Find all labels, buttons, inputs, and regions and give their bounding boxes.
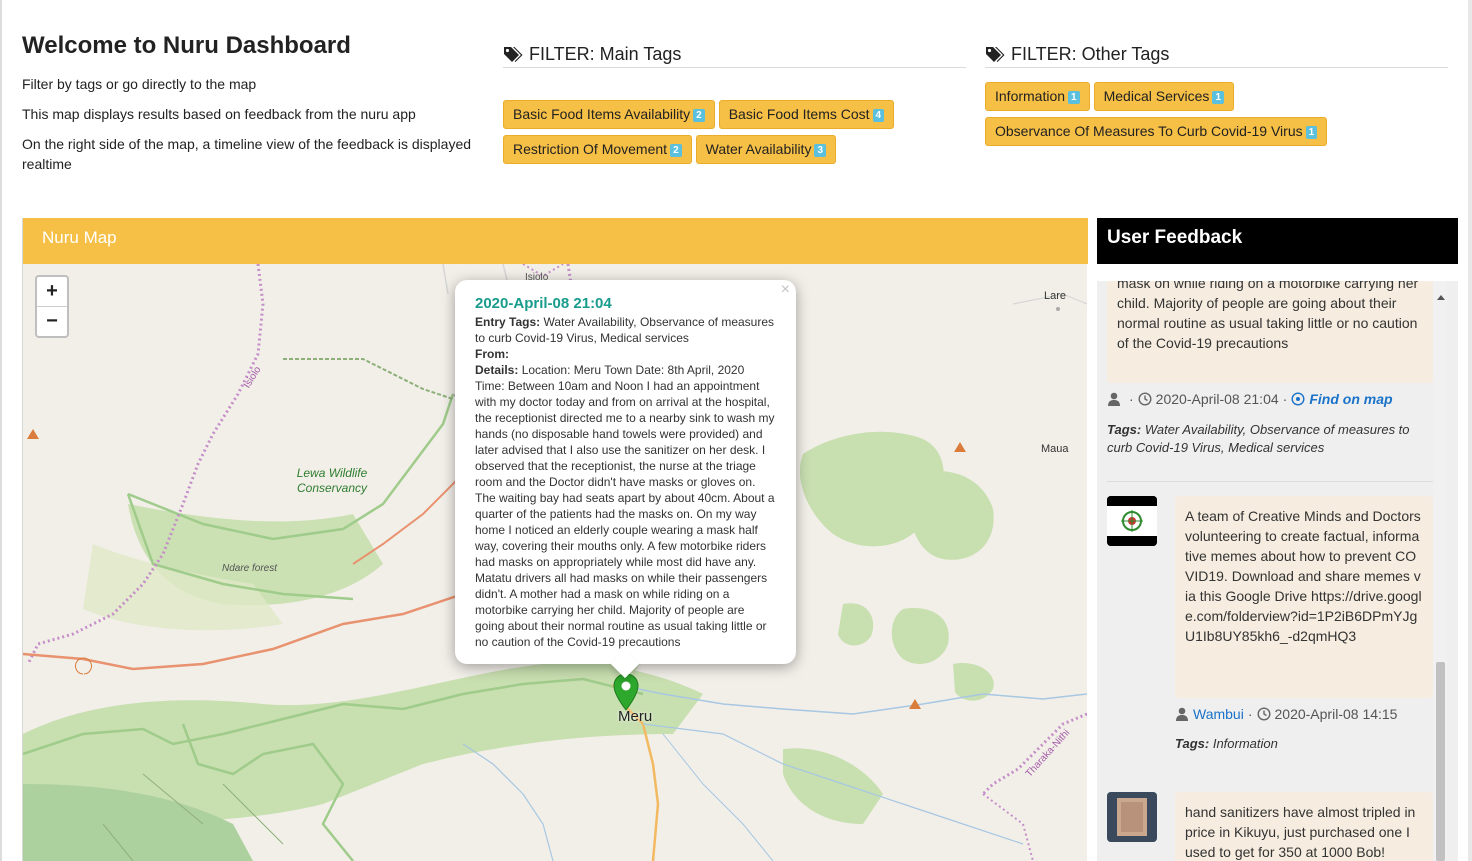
tag-label: Medical Services [1103,88,1210,104]
feedback-message: mask on while riding on a motorbike carr… [1107,281,1433,383]
avatar-logo-icon [1107,496,1157,546]
popup-details-label: Details: [475,363,519,377]
meta-separator: · [1247,706,1253,722]
tags-icon [504,47,523,62]
map-label-ndare-forest: Ndare forest [222,563,278,574]
page-title: Welcome to Nuru Dashboard [22,32,351,59]
user-icon [1176,707,1188,721]
map-label-lewa: Lewa Wildlife Conservancy [296,466,368,495]
find-on-map-link[interactable]: Find on map [1309,391,1392,407]
feedback-divider [1107,481,1433,482]
main-tags-heading: FILTER: Main Tags [503,44,966,68]
tag-water-availability[interactable]: Water Availability 3 [695,135,837,164]
feedback-text: A team of Creative Minds and Doctors vol… [1185,508,1422,644]
target-icon [1291,392,1305,406]
popup-from-label: From: [475,347,509,361]
tag-basic-food-items-cost[interactable]: Basic Food Items Cost 4 [718,100,895,129]
popup-entry-tags-label: Entry Tags: [475,315,541,329]
scrollbar-thumb[interactable] [1436,662,1445,861]
tag-label: Restriction Of Movement [513,141,668,157]
feedback-tags: Tags: Water Availability, Observance of … [1107,421,1423,457]
main-tags-filter: FILTER: Main Tags Basic Food Items Avail… [503,44,966,164]
popup-close-button[interactable]: × [781,282,790,298]
other-tags-title: FILTER: Other Tags [1011,44,1170,64]
feedback-message: A team of Creative Minds and Doctors vol… [1175,496,1433,698]
feedback-date: 2020-April-08 14:15 [1274,706,1398,722]
map-panel-title: Nuru Map [42,228,117,247]
tag-count-badge: 1 [1305,126,1318,139]
map-panel: Nuru Map Isiolo Isiolo Lare Maua Lewa Wi… [22,218,1088,861]
feedback-meta: Wambui · 2020-April-08 14:15 [1175,706,1397,722]
feedback-scrollbar[interactable] [1433,281,1447,861]
map-marker-icon[interactable] [613,673,639,711]
feedback-text: hand sanitizers have almost tripled in p… [1185,804,1416,860]
tag-count-badge: 4 [872,109,885,122]
map-popup: × 2020-April-08 21:04 Entry Tags: Water … [455,280,796,679]
tag-observance-of-measures[interactable]: Observance Of Measures To Curb Covid-19 … [985,117,1328,146]
feedback-tags-value: Water Availability, Observance of measur… [1107,422,1410,455]
tag-information[interactable]: Information 1 [985,82,1090,111]
clock-icon [1138,392,1152,406]
tag-count-badge: 3 [814,144,827,157]
tag-count-badge: 1 [1212,91,1224,104]
zoom-in-button[interactable]: + [37,277,67,307]
feedback-meta: · 2020-April-08 21:04 · Find on map [1107,391,1393,407]
tag-label: Basic Food Items Cost [728,106,870,122]
feedback-date: 2020-April-08 21:04 [1155,391,1279,407]
window-left-edge [0,0,2,861]
clock-icon [1256,707,1271,721]
welcome-section: Welcome to Nuru Dashboard Filter by tags… [22,32,482,184]
scroll-up-arrow-icon[interactable] [1437,295,1445,300]
user-icon [1108,392,1120,406]
feedback-tags-label: Tags: [1175,736,1210,751]
feedback-tags: Tags: Information [1175,735,1425,753]
map-label-lare: Lare [1044,290,1067,302]
popup-details: Details: Location: Meru Town Date: 8th A… [475,362,776,650]
avatar-photo-icon [1107,792,1157,842]
tag-medical-services[interactable]: Medical Services 1 [1093,82,1234,111]
meta-separator: · [1129,391,1134,407]
avatar [1107,496,1157,546]
feedback-user[interactable]: Wambui [1193,706,1244,722]
popup-details-text: Location: Meru Town Date: 8th April, 202… [475,363,775,649]
tag-label: Information [995,88,1066,104]
tag-label: Basic Food Items Availability [513,106,691,122]
popup-date: 2020-April-08 21:04 [475,295,612,312]
tags-icon [986,47,1005,62]
feedback-message: hand sanitizers have almost tripled in p… [1175,792,1433,861]
zoom-control: + − [35,275,69,338]
map-label-maua: Maua [1041,443,1069,455]
intro-line-map: This map displays results based on feedb… [22,106,416,122]
intro-line-filter: Filter by tags or go directly to the map [22,76,257,92]
meta-separator: · [1282,391,1288,407]
feedback-tags-value: Information [1212,736,1278,751]
tag-label: Water Availability [705,141,812,157]
tag-count-badge: 1 [1068,91,1080,104]
tag-count-badge: 2 [693,109,705,122]
tag-count-badge: 2 [670,144,682,157]
map-canvas[interactable]: Isiolo Isiolo Lare Maua Lewa Wildlife Co… [23,264,1087,861]
popup-from: From: [475,346,776,362]
map-label-meru: Meru [618,708,653,725]
avatar [1107,792,1157,842]
main-tags-title: FILTER: Main Tags [529,44,682,64]
tag-basic-food-items-availability[interactable]: Basic Food Items Availability 2 [503,100,715,129]
tag-restriction-of-movement[interactable]: Restriction Of Movement 2 [503,135,692,164]
zoom-out-button[interactable]: − [37,307,67,336]
main-tags-list: Basic Food Items Availability 2 Basic Fo… [503,100,966,164]
popup-entry-tags: Entry Tags: Water Availability, Observan… [475,314,776,346]
feedback-title: User Feedback [1107,227,1243,248]
feedback-text: mask on while riding on a motorbike carr… [1117,281,1419,351]
feedback-header: User Feedback [1097,218,1458,264]
feedback-tags-label: Tags: [1107,422,1142,437]
other-tags-list: Information 1 Medical Services 1 Observa… [985,82,1448,146]
other-tags-filter: FILTER: Other Tags Information 1 Medical… [985,44,1448,146]
other-tags-heading: FILTER: Other Tags [985,44,1448,68]
map-panel-header: Nuru Map [23,218,1088,264]
window-right-edge [1468,0,1472,861]
tag-label: Observance Of Measures To Curb Covid-19 … [995,123,1303,139]
intro-line-timeline: On the right side of the map, a timeline… [22,136,472,172]
